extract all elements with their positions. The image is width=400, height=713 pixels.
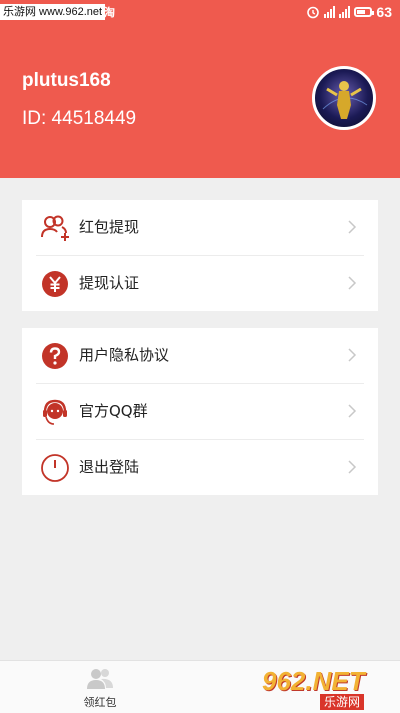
menu-label-qq-group: 官方QQ群: [79, 402, 148, 420]
menu-item-privacy[interactable]: 用户隐私协议: [22, 328, 378, 383]
tab-receive-red-packet[interactable]: 领红包: [60, 665, 140, 711]
menu-item-withdraw-verify[interactable]: 提现认证: [22, 256, 378, 311]
logo-brand-cn: 乐游网: [320, 694, 365, 710]
chevron-right-icon: [348, 404, 357, 418]
signal-1-icon: [324, 6, 336, 18]
status-icons: 63: [306, 2, 392, 22]
app-notification-glyph: 淘: [104, 6, 115, 19]
users-icon: [87, 669, 113, 689]
site-logo: 962.NET 乐游网: [262, 666, 398, 710]
menu-label-withdraw: 红包提现: [79, 218, 140, 236]
settings-card: 用户隐私协议 官方QQ群 退出登陆: [22, 328, 378, 495]
avatar-image: [322, 81, 368, 119]
chevron-right-icon: [348, 276, 357, 290]
users-plus-icon: [41, 215, 69, 241]
avatar[interactable]: [312, 66, 376, 130]
menu-item-withdraw[interactable]: 红包提现: [22, 200, 378, 255]
menu-label-logout: 退出登陆: [79, 458, 140, 476]
tab-label-receive-red-packet: 领红包: [83, 696, 117, 709]
status-bar: 乐游网 www.962.net 淘 63: [0, 0, 400, 24]
menu-label-withdraw-verify: 提现认证: [79, 274, 140, 292]
battery-level: 63: [376, 4, 392, 20]
signal-2-icon: [339, 6, 351, 18]
user-id: ID: 44518449: [22, 108, 137, 129]
menu-item-logout[interactable]: 退出登陆: [22, 440, 378, 495]
menu-item-qq-group[interactable]: 官方QQ群: [22, 384, 378, 439]
yen-circle-icon: [42, 271, 68, 297]
menu-label-privacy: 用户隐私协议: [79, 346, 170, 364]
chevron-right-icon: [348, 220, 357, 234]
question-circle-icon: [42, 343, 68, 369]
alarm-icon: [307, 6, 320, 19]
withdraw-card: 红包提现 提现认证: [22, 200, 378, 311]
watermark: 乐游网 www.962.net: [0, 4, 106, 20]
chevron-right-icon: [348, 348, 357, 362]
username: plutus168: [22, 70, 111, 91]
battery-icon: [354, 7, 375, 17]
power-icon: [41, 454, 69, 482]
logo-brand: 962.NET: [262, 666, 365, 696]
chevron-right-icon: [348, 460, 357, 474]
customer-service-icon: [43, 399, 67, 425]
